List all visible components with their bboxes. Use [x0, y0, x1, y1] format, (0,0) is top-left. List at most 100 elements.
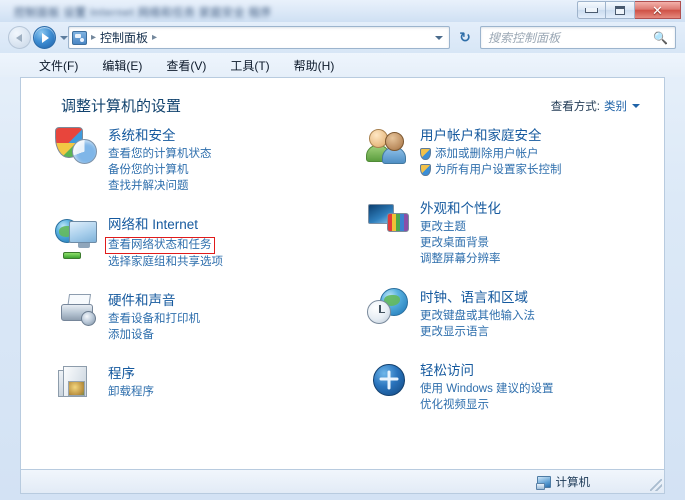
breadcrumb-control-panel[interactable]: 控制面板	[100, 29, 148, 46]
category-columns: 系统和安全 查看您的计算机状态 备份您的计算机 查找并解决问题 网络和 Inte…	[21, 126, 665, 434]
forward-button[interactable]	[33, 26, 56, 49]
forward-arrow-icon	[42, 33, 49, 43]
appearance-display-icon	[367, 199, 413, 243]
category-link[interactable]: 更改显示语言	[420, 324, 535, 340]
refresh-icon: ↻	[459, 29, 471, 46]
status-bar: 计算机	[20, 469, 665, 494]
category-link[interactable]: 查找并解决问题	[108, 178, 212, 194]
page-title: 调整计算机的设置	[61, 95, 181, 116]
category-appearance[interactable]: 外观和个性化 更改主题 更改桌面背景 调整屏幕分辨率	[367, 199, 657, 267]
address-bar: ▸ 控制面板 ▸ ↻ 搜索控制面板 🔍	[0, 22, 685, 53]
status-label: 计算机	[556, 474, 591, 490]
search-box[interactable]: 搜索控制面板 🔍	[480, 26, 676, 49]
title-bar[interactable]: 控制面板 设置 Internet 网络和任务 家庭安全 程序 ✕	[0, 0, 685, 22]
category-body: 用户帐户和家庭安全 添加或删除用户帐户 为所有用户设置家长控制	[420, 126, 562, 178]
category-link[interactable]: 卸载程序	[108, 384, 154, 400]
category-title[interactable]: 用户帐户和家庭安全	[420, 127, 562, 144]
category-link[interactable]: 调整屏幕分辨率	[420, 251, 501, 267]
search-icon: 🔍	[653, 31, 668, 45]
breadcrumb-separator-1: ▸	[91, 32, 96, 43]
category-link[interactable]: 为所有用户设置家长控制	[420, 162, 562, 178]
category-body: 时钟、语言和区域 更改键盘或其他输入法 更改显示语言	[420, 288, 535, 340]
programs-box-icon	[55, 364, 101, 408]
category-link[interactable]: 更改桌面背景	[420, 235, 501, 251]
menu-item-file[interactable]: 文件(F)	[30, 54, 87, 77]
category-link[interactable]: 更改键盘或其他输入法	[420, 308, 535, 324]
close-button[interactable]: ✕	[635, 1, 681, 19]
category-link[interactable]: 添加或删除用户帐户	[420, 146, 562, 162]
person-icon	[380, 371, 399, 390]
category-system-security[interactable]: 系统和安全 查看您的计算机状态 备份您的计算机 查找并解决问题	[55, 126, 345, 194]
clock-icon	[367, 300, 391, 324]
search-input[interactable]: 搜索控制面板	[488, 29, 560, 46]
control-panel-window: 控制面板 设置 Internet 网络和任务 家庭安全 程序 ✕	[0, 0, 685, 500]
category-title[interactable]: 外观和个性化	[420, 200, 501, 217]
navigation-buttons	[8, 26, 68, 49]
category-link[interactable]: 查看设备和打印机	[108, 311, 200, 327]
category-clock-language[interactable]: 时钟、语言和区域 更改键盘或其他输入法 更改显示语言	[367, 288, 657, 340]
category-title[interactable]: 系统和安全	[108, 127, 212, 144]
category-body: 程序 卸载程序	[108, 364, 154, 408]
view-by-control[interactable]: 查看方式: 类别	[551, 98, 640, 114]
minimize-button[interactable]	[577, 1, 606, 19]
back-arrow-icon	[16, 34, 22, 42]
network-cable-icon	[63, 252, 81, 259]
printer-hardware-icon	[55, 291, 101, 335]
security-shield-icon	[55, 126, 101, 170]
menu-item-edit[interactable]: 编辑(E)	[93, 54, 151, 77]
category-column-left: 系统和安全 查看您的计算机状态 备份您的计算机 查找并解决问题 网络和 Inte…	[55, 126, 345, 434]
category-title[interactable]: 程序	[108, 365, 154, 382]
category-user-accounts[interactable]: 用户帐户和家庭安全 添加或删除用户帐户 为所有用户设置家长控制	[367, 126, 657, 178]
resize-grip[interactable]	[650, 479, 662, 491]
minimize-icon	[585, 8, 598, 13]
menu-item-view[interactable]: 查看(V)	[157, 54, 215, 77]
network-globe-icon	[55, 215, 101, 259]
category-body: 轻松访问 使用 Windows 建议的设置 优化视频显示	[420, 361, 554, 413]
category-link-highlighted[interactable]: 查看网络状态和任务	[105, 237, 215, 254]
category-link[interactable]: 选择家庭组和共享选项	[108, 254, 223, 270]
category-programs[interactable]: 程序 卸载程序	[55, 364, 345, 408]
category-body: 硬件和声音 查看设备和打印机 添加设备	[108, 291, 200, 343]
speaker-icon	[81, 311, 96, 326]
category-ease-of-access[interactable]: 轻松访问 使用 Windows 建议的设置 优化视频显示	[367, 361, 657, 413]
user-accounts-icon	[367, 126, 413, 170]
window-title: 控制面板 设置 Internet 网络和任务 家庭安全 程序	[14, 4, 272, 20]
category-network-internet[interactable]: 网络和 Internet 查看网络状态和任务 选择家庭组和共享选项	[55, 215, 345, 270]
category-link-label: 为所有用户设置家长控制	[435, 162, 562, 178]
maximize-button[interactable]	[606, 1, 635, 19]
pie-chart-icon	[72, 139, 97, 164]
chevron-down-icon[interactable]	[632, 104, 640, 108]
back-button[interactable]	[8, 26, 31, 49]
refresh-button[interactable]: ↻	[455, 27, 475, 47]
menu-item-help[interactable]: 帮助(H)	[285, 54, 344, 77]
menu-item-tools[interactable]: 工具(T)	[221, 54, 278, 77]
shield-icon	[420, 164, 431, 176]
maximize-icon	[615, 6, 625, 15]
recent-pages-chevron-down-icon[interactable]	[60, 36, 68, 40]
monitor-icon	[69, 221, 97, 243]
category-link[interactable]: 使用 Windows 建议的设置	[420, 381, 554, 397]
clock-region-icon	[367, 288, 413, 332]
menu-bar: 文件(F) 编辑(E) 查看(V) 工具(T) 帮助(H)	[0, 53, 685, 77]
category-title[interactable]: 时钟、语言和区域	[420, 289, 535, 306]
category-hardware-sound[interactable]: 硬件和声音 查看设备和打印机 添加设备	[55, 291, 345, 343]
box-label-icon	[68, 381, 85, 396]
category-link[interactable]: 添加设备	[108, 327, 200, 343]
address-field[interactable]: ▸ 控制面板 ▸	[68, 26, 450, 49]
category-link[interactable]: 更改主题	[420, 219, 501, 235]
close-icon: ✕	[652, 4, 663, 17]
category-link[interactable]: 备份您的计算机	[108, 162, 212, 178]
status-computer-item: 计算机	[537, 474, 591, 490]
address-chevron-down-icon[interactable]	[435, 36, 443, 40]
view-by-label: 查看方式:	[551, 98, 600, 114]
category-title[interactable]: 硬件和声音	[108, 292, 200, 309]
ease-of-access-icon	[367, 361, 413, 405]
category-title[interactable]: 轻松访问	[420, 362, 554, 379]
category-link[interactable]: 优化视频显示	[420, 397, 554, 413]
category-link[interactable]: 查看您的计算机状态	[108, 146, 212, 162]
category-title[interactable]: 网络和 Internet	[108, 216, 223, 233]
computer-icon	[537, 476, 551, 488]
window-controls: ✕	[577, 1, 681, 20]
view-by-value[interactable]: 类别	[604, 98, 627, 114]
breadcrumb-separator-2[interactable]: ▸	[152, 32, 157, 43]
